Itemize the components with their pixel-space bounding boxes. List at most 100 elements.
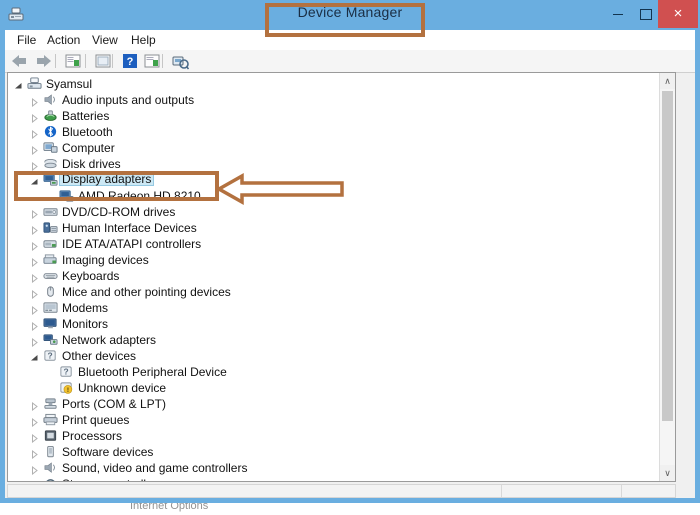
tree-node-batteries[interactable]: Batteries [8, 108, 658, 124]
help-icon[interactable]: ? [121, 52, 139, 70]
scroll-up-button[interactable]: ∧ [660, 73, 675, 89]
title-bar: Device Manager × [0, 0, 700, 30]
computer-root-icon [27, 77, 42, 91]
tree-node-label: Mice and other pointing devices [62, 285, 231, 299]
tree-node-label: Processors [62, 429, 123, 443]
network-adapter-icon [43, 333, 58, 347]
scroll-down-button[interactable]: ∨ [660, 465, 675, 481]
tree-node-other-devices[interactable]: ? Other devices [8, 348, 658, 364]
properties-icon[interactable] [64, 52, 82, 70]
tree-node-label: Modems [62, 301, 109, 315]
tree-node-sound-video-and-game-controllers[interactable]: Sound, video and game controllers [8, 460, 658, 476]
expand-triangle-icon[interactable] [30, 448, 39, 460]
expand-triangle-icon[interactable] [30, 224, 39, 236]
tree-node-unknown-device[interactable]: ! Unknown device [8, 380, 658, 396]
menu-item-help[interactable]: Help [127, 32, 160, 48]
expand-triangle-icon[interactable] [30, 256, 39, 268]
expand-triangle-icon[interactable] [30, 480, 39, 481]
tree-node-label: Ports (COM & LPT) [62, 397, 167, 411]
collapse-triangle-icon[interactable] [30, 176, 39, 185]
tree-node-label: Network adapters [62, 333, 157, 347]
tree-node-disk-drives[interactable]: Disk drives [8, 156, 658, 172]
tree-node-dvd-cd-rom-drives[interactable]: DVD/CD-ROM drives [8, 204, 658, 220]
tree-node-label: Bluetooth Peripheral Device [78, 365, 227, 379]
ide-controller-icon [43, 237, 58, 251]
status-divider [501, 485, 502, 497]
vertical-scrollbar[interactable]: ∧ ∨ [659, 73, 675, 481]
tree-node-label: Disk drives [62, 157, 121, 171]
printer-icon [43, 413, 58, 427]
expand-triangle-icon[interactable] [30, 288, 39, 300]
tree-node-amd-radeon-hd-8210[interactable]: AMD Radeon HD 8210 [8, 188, 658, 204]
tree-node-software-devices[interactable]: Software devices [8, 444, 658, 460]
expand-triangle-icon[interactable] [30, 336, 39, 348]
update-driver-icon[interactable] [143, 52, 161, 70]
tree-node-monitors[interactable]: Monitors [8, 316, 658, 332]
expand-triangle-icon[interactable] [30, 320, 39, 332]
storage-controller-icon [43, 477, 58, 481]
show-hide-console-tree-icon[interactable] [94, 52, 112, 70]
tree-node-processors[interactable]: Processors [8, 428, 658, 444]
forward-arrow-icon[interactable] [34, 52, 52, 70]
tree-node-syamsul[interactable]: Syamsul [8, 76, 658, 92]
device-tree-pane[interactable]: Syamsul Audio inputs and outputs Batteries… [7, 72, 676, 482]
menu-item-action[interactable]: Action [43, 32, 84, 48]
tree-node-label: Unknown device [78, 381, 167, 395]
menu-item-file[interactable]: File [13, 32, 40, 48]
tree-node-audio-inputs-and-outputs[interactable]: Audio inputs and outputs [8, 92, 658, 108]
tree-node-print-queues[interactable]: Print queues [8, 412, 658, 428]
disk-drive-icon [43, 157, 58, 171]
expand-triangle-icon[interactable] [30, 112, 39, 124]
scrollbar-thumb[interactable] [662, 91, 673, 421]
expand-triangle-icon[interactable] [30, 240, 39, 252]
tree-node-bluetooth-peripheral-device[interactable]: ? Bluetooth Peripheral Device [8, 364, 658, 380]
collapse-triangle-icon[interactable] [30, 352, 39, 361]
menu-bar: File Action View Help [5, 30, 695, 51]
tree-node-storage-controllers[interactable]: Storage controllers [8, 476, 658, 481]
tree-node-label: Monitors [62, 317, 109, 331]
tree-node-label: Audio inputs and outputs [62, 93, 195, 107]
hid-icon [43, 221, 58, 235]
menu-item-view[interactable]: View [88, 32, 122, 48]
tree-node-ide-ata-atapi-controllers[interactable]: IDE ATA/ATAPI controllers [8, 236, 658, 252]
tree-node-modems[interactable]: Modems [8, 300, 658, 316]
tree-node-bluetooth[interactable]: Bluetooth [8, 124, 658, 140]
processor-icon [43, 429, 58, 443]
tree-node-computer[interactable]: Computer [8, 140, 658, 156]
toolbar: ? [5, 50, 695, 73]
expand-triangle-icon[interactable] [30, 416, 39, 428]
tree-node-human-interface-devices[interactable]: Human Interface Devices [8, 220, 658, 236]
collapse-triangle-icon[interactable] [14, 80, 23, 89]
expand-triangle-icon[interactable] [30, 208, 39, 220]
warning-device-icon: ! [59, 381, 74, 395]
tree-node-ports-com-lpt[interactable]: Ports (COM & LPT) [8, 396, 658, 412]
expand-triangle-icon[interactable] [30, 400, 39, 412]
tree-node-label: DVD/CD-ROM drives [62, 205, 176, 219]
expand-triangle-icon[interactable] [30, 160, 39, 172]
expand-triangle-icon[interactable] [30, 304, 39, 316]
tree-node-imaging-devices[interactable]: Imaging devices [8, 252, 658, 268]
expand-triangle-icon[interactable] [30, 96, 39, 108]
expand-triangle-icon[interactable] [30, 144, 39, 156]
tree-node-label: Computer [62, 141, 115, 155]
background-strip: Internet Options [0, 503, 700, 515]
close-button[interactable]: × [658, 0, 698, 28]
svg-text:?: ? [127, 56, 134, 68]
expand-triangle-icon[interactable] [30, 128, 39, 140]
tree-node-display-adapters[interactable]: Display adapters [8, 172, 658, 188]
expand-triangle-icon[interactable] [30, 272, 39, 284]
tree-node-label: Display adapters [59, 172, 155, 186]
tree-node-mice-and-other-pointing-devices[interactable]: Mice and other pointing devices [8, 284, 658, 300]
software-device-icon [43, 445, 58, 459]
scan-for-hardware-changes-icon[interactable] [171, 52, 190, 70]
tree-node-label: AMD Radeon HD 8210 [78, 189, 201, 203]
tree-node-keyboards[interactable]: Keyboards [8, 268, 658, 284]
keyboard-icon [43, 269, 58, 283]
tree-node-network-adapters[interactable]: Network adapters [8, 332, 658, 348]
toolbar-separator [162, 54, 163, 68]
expand-triangle-icon[interactable] [30, 432, 39, 444]
background-text: Internet Options [130, 503, 209, 512]
expand-triangle-icon[interactable] [30, 464, 39, 476]
back-arrow-icon[interactable] [11, 52, 29, 70]
monitor-icon [43, 317, 58, 331]
